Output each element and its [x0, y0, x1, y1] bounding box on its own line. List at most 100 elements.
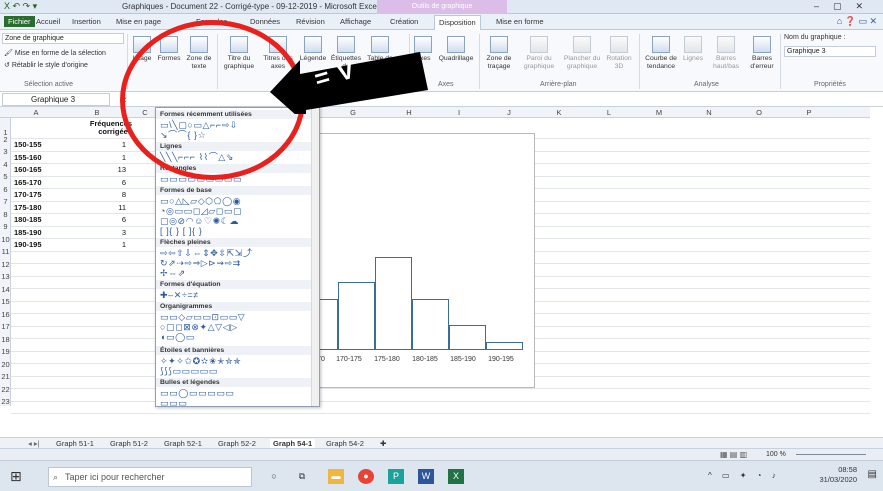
cortana-icon[interactable]: ○ — [266, 469, 282, 484]
row-header[interactable]: 8 — [0, 210, 11, 219]
col-header-k[interactable]: K — [534, 108, 584, 117]
cell-b[interactable]: 6 — [100, 178, 126, 187]
histogram-bar[interactable] — [338, 282, 375, 350]
cell-b[interactable]: 1 — [100, 240, 126, 249]
system-tray-icons[interactable]: ^ ▭ ✦ ◔ ♪ — [708, 471, 780, 480]
shape-row[interactable]: ▭▭◇▱▭▭⊡▭▭▽ — [160, 312, 245, 322]
sheet-tab-graph-51-2[interactable]: Graph 51-2 — [110, 439, 148, 448]
tab-creation[interactable]: Création — [390, 17, 418, 26]
shape-row[interactable]: ▭○△◺▱◇⬡⬠◯◉ — [160, 196, 241, 206]
histogram-bar[interactable] — [375, 256, 412, 350]
lines-button[interactable]: Lignes — [680, 36, 706, 63]
col-header-l[interactable]: L — [584, 108, 634, 117]
chart-wall-button[interactable]: Paroi du graphique — [518, 36, 560, 71]
sheet-tab-graph-54-1[interactable]: Graph 54-1 — [270, 439, 316, 448]
shape-row[interactable]: ⟆⟆⟆▭▭▭▭▭ — [160, 366, 218, 376]
cell-b[interactable]: 3 — [100, 228, 126, 237]
help-icon[interactable]: ⌂ ❓ ▭ ✕ — [837, 16, 877, 27]
shape-row[interactable]: [ ]{ } [ ]{ } — [160, 226, 202, 236]
tab-donnees[interactable]: Données — [250, 17, 280, 26]
cell-a[interactable]: 185-190 — [14, 228, 42, 237]
up-down-bars-button[interactable]: Barres haut/bas — [706, 36, 746, 71]
row-header[interactable]: 3 — [0, 147, 11, 156]
col-header-o[interactable]: O — [734, 108, 784, 117]
col-header-n[interactable]: N — [684, 108, 734, 117]
quick-access-toolbar[interactable]: X ↶ ↷ ▾ — [4, 1, 37, 12]
histogram-chart[interactable]: 170170-175175-180180-185185-190190-195 — [297, 133, 535, 388]
gallery-scrollbar[interactable] — [311, 108, 319, 406]
col-header-m[interactable]: M — [634, 108, 684, 117]
chart-element-selector[interactable]: Zone de graphique — [2, 33, 124, 44]
cell-a[interactable]: 190-195 — [14, 240, 42, 249]
excel-icon[interactable]: X — [448, 469, 464, 484]
window-controls[interactable]: –▢✕ — [814, 1, 877, 12]
shape-row[interactable]: ◖▭◯▭ — [160, 332, 195, 342]
notification-icon[interactable]: ▤ — [868, 469, 877, 480]
chart-name-input[interactable]: Graphique 3 — [784, 46, 876, 57]
row-header[interactable]: 12 — [0, 260, 11, 269]
sheet-tab-graph-52-2[interactable]: Graph 52-2 — [218, 439, 256, 448]
cell-b[interactable]: 8 — [100, 190, 126, 199]
sheet-nav-arrows[interactable]: ◂ ▸| — [28, 439, 40, 448]
row-header[interactable]: 2 — [0, 135, 11, 144]
row-header[interactable]: 13 — [0, 272, 11, 281]
col-header-a[interactable]: A — [11, 108, 61, 117]
name-box[interactable]: Graphique 3 — [2, 93, 110, 106]
file-explorer-icon[interactable]: ▬ — [328, 469, 344, 484]
shape-row[interactable]: ○▢◻⊠⊗✦△▽◁▷ — [160, 322, 238, 332]
cell-b[interactable]: 11 — [100, 203, 126, 212]
sheet-tab-graph-54-2[interactable]: Graph 54-2 — [326, 439, 364, 448]
format-selection-button[interactable]: 🖌 Mise en forme de la sélection — [4, 49, 106, 57]
tab-mise-en-page[interactable]: Mise en page — [116, 17, 161, 26]
histogram-bar[interactable] — [412, 299, 449, 350]
shape-row[interactable]: ✢⇔⇗ — [160, 268, 186, 278]
cell-b[interactable]: 1 — [100, 140, 126, 149]
row-header[interactable]: 19 — [0, 347, 11, 356]
tab-disposition[interactable]: Disposition — [434, 15, 481, 30]
shape-row[interactable]: ✚–✕÷=≠ — [160, 290, 199, 300]
row-header[interactable]: 11 — [0, 247, 11, 256]
sheet-tab-graph-51-1[interactable]: Graph 51-1 — [56, 439, 94, 448]
col-header-j[interactable]: J — [484, 108, 534, 117]
histogram-bar[interactable] — [449, 324, 486, 350]
cell-a[interactable]: 165-170 — [14, 178, 42, 187]
new-sheet-icon[interactable]: ✚ — [380, 439, 386, 448]
sheet-tab-graph-52-1[interactable]: Graph 52-1 — [164, 439, 202, 448]
row-header[interactable]: 21 — [0, 372, 11, 381]
row-header[interactable]: 17 — [0, 322, 11, 331]
tab-affichage[interactable]: Affichage — [340, 17, 371, 26]
tab-mise-en-forme[interactable]: Mise en forme — [496, 17, 544, 26]
row-header[interactable]: 14 — [0, 285, 11, 294]
chrome-icon[interactable]: ● — [358, 469, 374, 484]
shape-row[interactable]: ⇨⇦⇧⇩⇔⇕✥⇳⇱⇲⤴ — [160, 248, 252, 258]
word-icon[interactable]: W — [418, 469, 434, 484]
taskbar-clock[interactable]: 08:58 31/03/2020 — [819, 465, 857, 485]
tab-revision[interactable]: Révision — [296, 17, 325, 26]
view-buttons[interactable]: ▦ ▤ ▥ — [720, 450, 747, 459]
row-header[interactable]: 20 — [0, 360, 11, 369]
cell-a[interactable]: 180-185 — [14, 215, 42, 224]
cell-a[interactable]: 175-180 — [14, 203, 42, 212]
tab-insertion[interactable]: Insertion — [72, 17, 101, 26]
row-header[interactable]: 22 — [0, 385, 11, 394]
row-header[interactable]: 9 — [0, 222, 11, 231]
rotation-3d-button[interactable]: Rotation 3D — [602, 36, 636, 71]
shape-row[interactable]: ◔◎▭▭◻◿▱◻▭▢ — [160, 206, 242, 216]
plot-area-button[interactable]: Zone de traçage — [482, 36, 516, 71]
task-view-icon[interactable]: ⧉ — [294, 469, 310, 484]
tab-accueil[interactable]: Accueil — [36, 17, 60, 26]
windows-start-icon[interactable]: ⊞ — [10, 468, 22, 485]
row-header[interactable]: 15 — [0, 297, 11, 306]
error-bars-button[interactable]: Barres d'erreur — [746, 36, 778, 71]
shape-row[interactable]: ▭▭▭ — [160, 398, 187, 408]
app-icon[interactable]: P — [388, 469, 404, 484]
row-header[interactable]: 16 — [0, 310, 11, 319]
cell-a[interactable]: 160-165 — [14, 165, 42, 174]
zoom-slider[interactable] — [796, 454, 866, 455]
cell-b1[interactable]: Fréquences corrigées — [64, 120, 132, 136]
shape-row[interactable]: ↻⇗⇢⇨⇒▷⊳⇝⇨⇉ — [160, 258, 241, 268]
cell-b[interactable]: 13 — [100, 165, 126, 174]
row-header[interactable]: 6 — [0, 185, 11, 194]
row-header[interactable]: 10 — [0, 235, 11, 244]
histogram-bar[interactable] — [486, 341, 523, 350]
